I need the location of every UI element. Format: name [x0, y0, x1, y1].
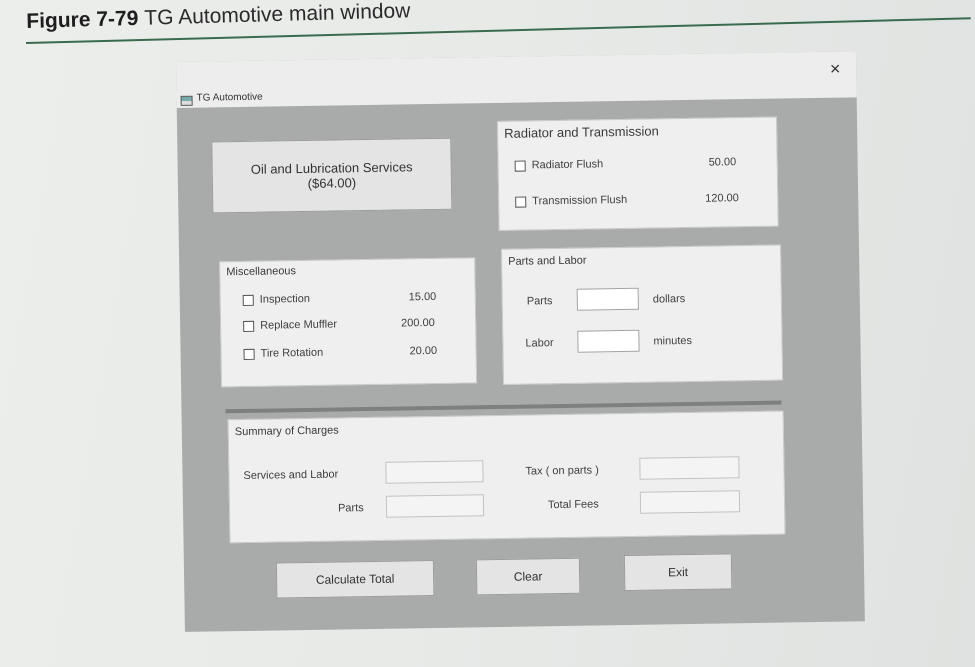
labor-unit-label: minutes	[653, 334, 693, 348]
replace-muffler-price: 200.00	[401, 316, 435, 330]
close-button[interactable]: ×	[824, 57, 846, 79]
transmission-flush-label: Transmission Flush	[532, 193, 628, 208]
inspection-price: 15.00	[408, 290, 437, 304]
inspection-checkbox[interactable]: Inspection	[242, 292, 310, 306]
calculate-total-button[interactable]: Calculate Total	[275, 560, 435, 599]
services-labor-label: Services and Labor	[243, 468, 339, 482]
replace-muffler-checkbox[interactable]: Replace Muffler	[243, 319, 337, 332]
radiator-flush-checkbox[interactable]: Radiator Flush	[514, 158, 604, 172]
checkbox-box[interactable]	[242, 294, 254, 306]
radiator-flush-label: Radiator Flush	[531, 158, 604, 172]
figure-number: Figure 7-79	[26, 6, 139, 33]
tire-rotation-checkbox[interactable]: Tire Rotation	[243, 346, 324, 360]
labor-input[interactable]	[577, 329, 640, 353]
checkbox-box[interactable]	[243, 348, 255, 360]
parts-labor-group: Parts and Labor Parts dollars Labor minu…	[500, 244, 784, 385]
parts-input[interactable]	[576, 287, 639, 311]
app-window-icon	[180, 95, 193, 106]
transmission-flush-price: 120.00	[705, 192, 739, 205]
tax-label: Tax ( on parts )	[525, 464, 599, 478]
tire-rotation-price: 20.00	[409, 344, 438, 358]
services-labor-output	[385, 460, 484, 484]
replace-muffler-label: Replace Muffler	[260, 318, 338, 332]
parts-input-label: Parts	[526, 295, 553, 308]
summary-group: Summary of Charges Services and Labor Pa…	[227, 410, 786, 544]
tire-rotation-label: Tire Rotation	[260, 346, 324, 360]
oil-lube-button[interactable]: Oil and Lubrication Services ($64.00)	[211, 137, 453, 214]
clear-button[interactable]: Clear	[475, 557, 581, 596]
tax-output	[639, 456, 740, 480]
parts-unit-label: dollars	[652, 293, 686, 306]
oil-lube-label: Oil and Lubrication Services	[250, 159, 413, 177]
title-bar: × TG Automotive	[176, 51, 857, 108]
app-window: × TG Automotive Oil and Lubrication Serv…	[176, 51, 865, 632]
parts-summary-label: Parts	[337, 502, 364, 515]
miscellaneous-group: Miscellaneous Inspection 15.00 Replace M…	[219, 257, 478, 388]
misc-group-title: Miscellaneous	[226, 265, 297, 279]
total-fees-output	[639, 490, 741, 514]
parts-labor-title: Parts and Labor	[508, 254, 587, 268]
radiator-flush-price: 50.00	[708, 156, 737, 169]
radiator-group-title: Radiator and Transmission	[504, 123, 659, 141]
transmission-flush-checkbox[interactable]: Transmission Flush	[515, 194, 627, 208]
inspection-label: Inspection	[259, 292, 310, 306]
parts-summary-output	[385, 494, 485, 518]
exit-button[interactable]: Exit	[623, 553, 733, 592]
checkbox-box[interactable]	[515, 196, 527, 208]
radiator-transmission-group: Radiator and Transmission Radiator Flush…	[496, 116, 779, 231]
summary-title: Summary of Charges	[234, 424, 339, 439]
checkbox-box[interactable]	[514, 160, 526, 172]
oil-lube-price: ($64.00)	[307, 175, 357, 191]
checkbox-box[interactable]	[243, 320, 255, 332]
labor-input-label: Labor	[525, 337, 554, 350]
total-fees-label: Total Fees	[547, 498, 599, 512]
window-title: TG Automotive	[196, 91, 263, 104]
